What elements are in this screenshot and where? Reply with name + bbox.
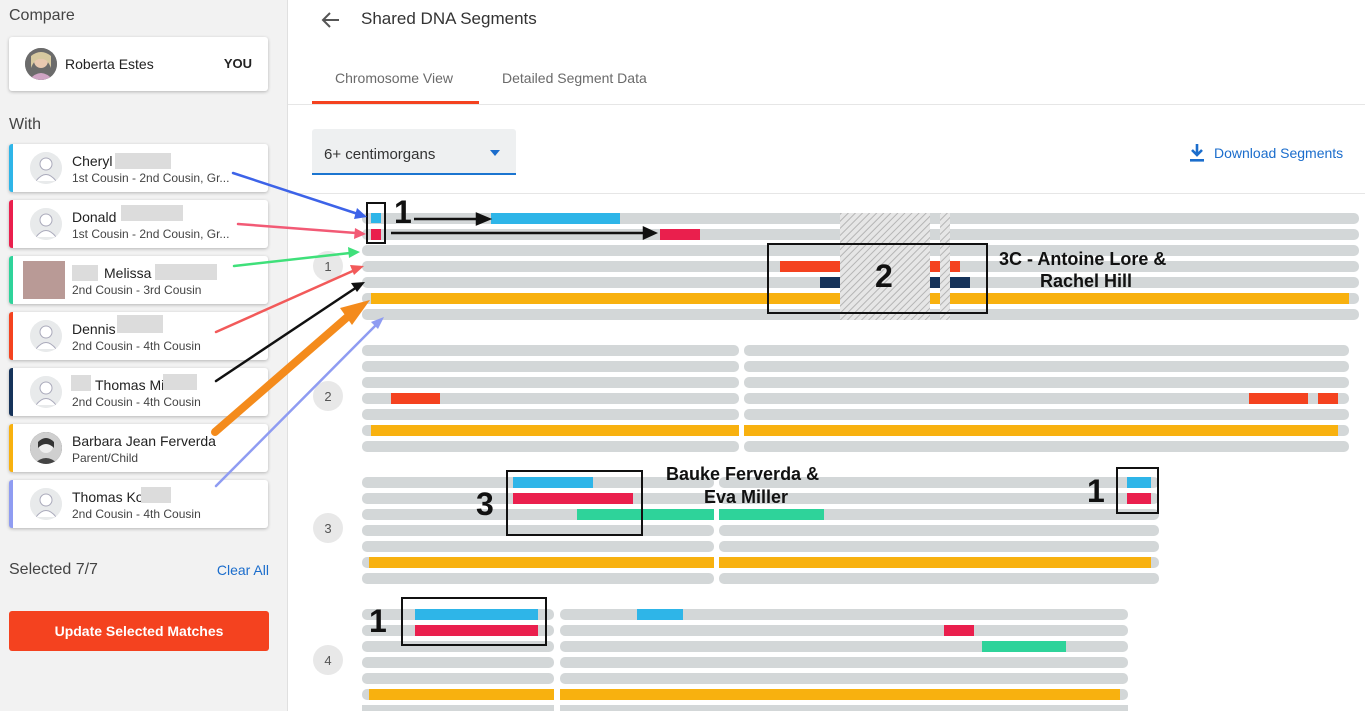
segment-cheryl — [371, 213, 381, 223]
annotation-label: Bauke Ferverda & — [666, 464, 820, 484]
segment-donald — [1127, 493, 1151, 504]
annotation-label: Rachel Hill — [1040, 271, 1133, 291]
segment-thomas-mi — [930, 277, 940, 288]
segment-barbara — [950, 293, 1349, 304]
centromere-hatch — [940, 213, 950, 320]
segment-barbara — [371, 425, 739, 436]
segment-melissa — [982, 641, 1066, 652]
annotation-number: 1 — [369, 603, 387, 639]
annotation-label: Eva Miller — [704, 487, 789, 507]
segment-thomas-mi — [820, 277, 840, 288]
segment-donald — [371, 229, 381, 240]
segment-cheryl — [1127, 477, 1151, 488]
segment-donald — [415, 625, 538, 636]
segment-cheryl — [491, 213, 620, 224]
segment-donald — [944, 625, 974, 636]
segment-dennis — [1318, 393, 1338, 404]
segment-dennis — [780, 261, 840, 272]
segment-barbara — [560, 689, 1120, 700]
annotation-number: 1 — [1087, 473, 1105, 509]
segment-barbara — [369, 557, 714, 568]
segment-barbara — [930, 293, 940, 304]
chromosome-browser — [211, 171, 1359, 711]
segment-dennis — [1249, 393, 1308, 404]
segment-cheryl — [513, 477, 593, 488]
centromere-hatch — [840, 213, 858, 320]
segment-barbara — [744, 425, 1338, 436]
annotation-number: 1 — [394, 194, 412, 230]
segment-donald — [513, 493, 633, 504]
segment-donald — [660, 229, 700, 240]
segment-cheryl — [415, 609, 538, 620]
segment-cheryl — [637, 609, 683, 620]
segment-dennis — [391, 393, 440, 404]
segment-barbara — [369, 689, 554, 700]
annotation-number: 2 — [875, 258, 893, 294]
centromere-hatch — [858, 213, 930, 320]
annotation-number: 3 — [476, 486, 494, 522]
chromosome-4-segments — [369, 609, 1120, 700]
segment-dennis — [930, 261, 940, 272]
segment-barbara — [371, 293, 840, 304]
segment-barbara — [719, 557, 1151, 568]
segment-thomas-mi — [950, 277, 970, 288]
annotation-arrows-colored — [211, 171, 384, 488]
segment-melissa — [577, 509, 714, 520]
annotation-label: 3C - Antoine Lore & — [999, 249, 1167, 269]
segment-melissa — [719, 509, 824, 520]
segment-dennis — [950, 261, 960, 272]
